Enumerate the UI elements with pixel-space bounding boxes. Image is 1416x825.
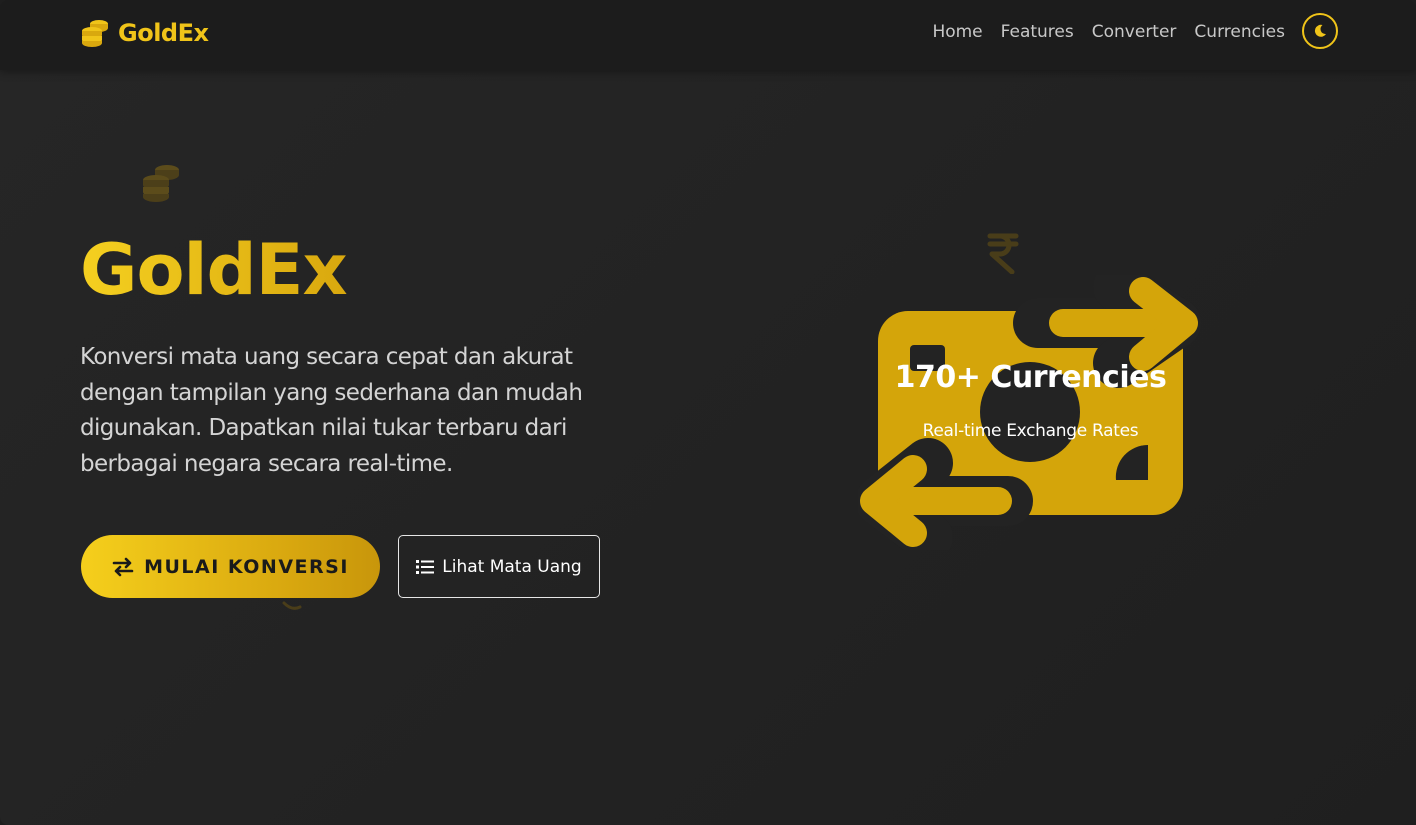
brand-logo-link[interactable]: GoldEx xyxy=(80,18,209,48)
exchange-rates-subtitle: Real-time Exchange Rates xyxy=(922,421,1139,441)
list-icon xyxy=(416,559,435,575)
hero-description: Konversi mata uang secara cepat dan akur… xyxy=(80,344,583,477)
coins-icon xyxy=(80,18,110,48)
nav-links: Home Features Converter Currencies xyxy=(932,22,1285,42)
exchange-arrows-icon xyxy=(112,557,134,577)
nav-converter[interactable]: Converter xyxy=(1092,22,1177,42)
page-frame: GoldEx Home Features Converter Currencie… xyxy=(0,0,1416,825)
theme-toggle-button[interactable] xyxy=(1302,13,1338,49)
floating-dash-icon xyxy=(282,596,302,615)
hero-title: GoldEx xyxy=(80,229,348,311)
floating-rupee-icon xyxy=(986,232,1022,278)
currencies-count-title: 170+ Currencies xyxy=(894,360,1167,395)
nav-currencies[interactable]: Currencies xyxy=(1194,22,1285,42)
start-conversion-label: MULAI KONVERSI xyxy=(144,555,349,578)
view-currencies-button[interactable]: Lihat Mata Uang xyxy=(398,535,600,598)
nav-home[interactable]: Home xyxy=(932,22,982,42)
moon-icon xyxy=(1312,23,1328,39)
view-currencies-label: Lihat Mata Uang xyxy=(442,556,582,577)
brand-name: GoldEx xyxy=(118,19,209,47)
money-exchange-icon xyxy=(855,262,1203,562)
navbar: GoldEx Home Features Converter Currencie… xyxy=(0,0,1416,70)
nav-features[interactable]: Features xyxy=(1001,22,1074,42)
start-conversion-button[interactable]: MULAI KONVERSI xyxy=(81,535,380,598)
floating-coins-icon xyxy=(140,162,182,206)
